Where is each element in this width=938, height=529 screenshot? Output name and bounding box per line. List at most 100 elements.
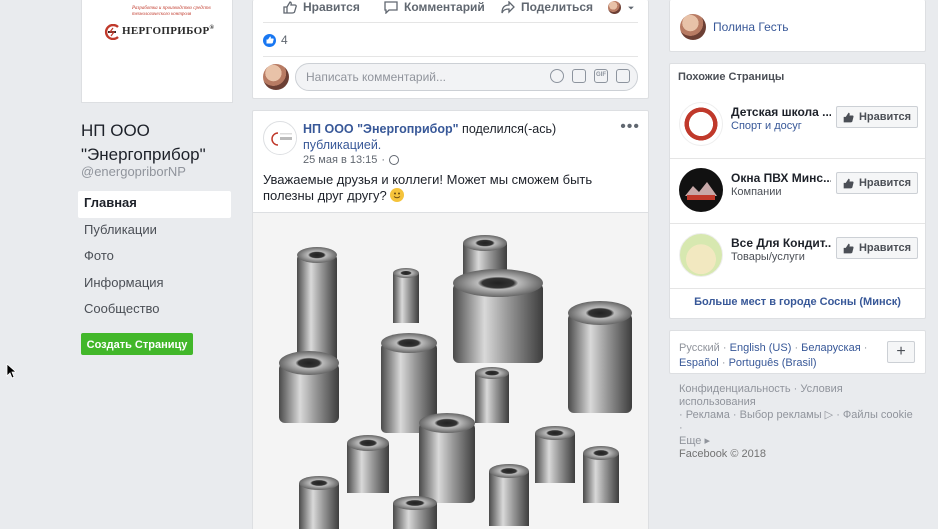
post-text: Уважаемые друзья и коллеги! Может мы смо…: [263, 172, 643, 204]
thumbs-up-icon: [843, 243, 854, 253]
like-count: 4: [281, 33, 288, 47]
separator: ·: [722, 342, 727, 354]
metal-fittings-photo: [253, 213, 648, 529]
post-photo[interactable]: [253, 212, 648, 529]
footer-line-privacy[interactable]: Конфиденциальность · Условия использован…: [679, 383, 919, 409]
energy-logo-icon: [265, 123, 296, 154]
sticker-icon[interactable]: [616, 69, 630, 83]
similar-page-category: Компании: [731, 186, 782, 198]
divider: [263, 22, 638, 23]
lang-portuguese[interactable]: Português (Brasil): [729, 357, 817, 369]
post-options-button[interactable]: •••: [620, 119, 640, 135]
lang-english[interactable]: English (US): [730, 342, 792, 354]
friend-item[interactable]: Полина Гесть: [680, 14, 789, 40]
logo-wordmark: НЕРГОПРИБОР®: [122, 25, 215, 37]
left-column: Разработка и производство средств технол…: [0, 0, 242, 529]
more-places-link[interactable]: Больше мест в городе Сосны (Минск): [670, 296, 925, 308]
comment-composer: Написать комментарий... GIF: [263, 63, 638, 93]
like-action-label: Нравится: [303, 0, 360, 14]
chevron-down-icon: [628, 6, 634, 9]
similar-page-avatar[interactable]: [679, 102, 723, 146]
shared-post-link[interactable]: публикацией.: [303, 138, 381, 152]
footer-links: Конфиденциальность · Условия использован…: [679, 383, 919, 461]
post-card: НП ООО "Энергоприбор" поделился(-ась) пу…: [252, 110, 649, 529]
comment-action-label: Комментарий: [404, 0, 485, 14]
similar-page-category: Товары/услуги: [731, 251, 805, 263]
comment-tools: GIF: [550, 69, 630, 83]
similar-page-avatar[interactable]: [679, 233, 723, 277]
nav-item-community[interactable]: Сообщество: [78, 297, 231, 324]
divider: [670, 223, 925, 224]
like-page-label: Нравится: [858, 177, 912, 189]
share-action-label: Поделиться: [521, 0, 594, 14]
like-summary[interactable]: 4: [263, 33, 288, 47]
nav-item-photos[interactable]: Фото: [78, 244, 231, 271]
separator: ·: [794, 342, 799, 354]
thumbs-up-icon: [843, 112, 854, 122]
similar-pages-title: Похожие Страницы: [678, 71, 785, 83]
lang-current: Русский: [679, 342, 720, 354]
share-icon: [501, 0, 515, 14]
page-handle[interactable]: @energopriborNP: [81, 164, 186, 179]
friend-name: Полина Гесть: [713, 20, 789, 34]
comment-icon: [384, 0, 398, 14]
similar-page-avatar[interactable]: [679, 168, 723, 212]
divider: [263, 56, 638, 57]
post-author-avatar[interactable]: [263, 121, 297, 155]
logo-tagline: Разработка и производство средств технол…: [132, 6, 211, 17]
acting-as-avatar: [608, 0, 621, 14]
nav-item-about[interactable]: Информация: [78, 271, 231, 298]
smile-emoji-icon: [390, 188, 405, 202]
energy-logo-icon: [104, 24, 119, 40]
language-card: Русский · English (US) · Беларуская · Es…: [669, 330, 926, 374]
similar-page-name[interactable]: Все Для Кондит...: [731, 236, 831, 250]
divider: [670, 288, 925, 289]
like-page-button[interactable]: Нравится: [836, 106, 918, 128]
add-language-button[interactable]: +: [887, 341, 915, 363]
lang-belarusian[interactable]: Беларуская: [801, 342, 861, 354]
like-action[interactable]: Нравится: [283, 0, 360, 14]
gif-icon[interactable]: GIF: [594, 69, 608, 83]
page-profile-picture[interactable]: Разработка и производство средств технол…: [81, 0, 233, 103]
footer-more-link[interactable]: Еще ▸: [679, 435, 919, 448]
reaction-selector[interactable]: [608, 0, 635, 14]
user-avatar[interactable]: [263, 64, 289, 90]
like-page-label: Нравится: [858, 242, 912, 254]
post-header: НП ООО "Энергоприбор" поделился(-ась) пу…: [303, 121, 593, 153]
emoji-icon[interactable]: [550, 69, 564, 83]
create-page-button[interactable]: Создать Страницу: [81, 333, 193, 355]
shared-text: поделился(-ась): [462, 122, 557, 136]
previous-post-card: Нравится Комментарий Поделиться 4 Написа…: [252, 0, 649, 99]
lang-spanish[interactable]: Español: [679, 357, 719, 369]
similar-page-name[interactable]: Детская школа ...: [731, 105, 831, 119]
similar-page-item: Детская школа ... Спорт и досуг Нравится: [670, 102, 925, 166]
thumbs-up-icon: [283, 0, 297, 14]
camera-icon[interactable]: [572, 69, 586, 83]
friends-card: Полина Гесть: [669, 0, 926, 52]
separator: ·: [381, 154, 386, 166]
like-page-label: Нравится: [858, 111, 912, 123]
globe-icon[interactable]: [389, 155, 400, 165]
post-author-link[interactable]: НП ООО "Энергоприбор": [303, 122, 459, 136]
similar-page-name[interactable]: Окна ПВХ Минс...: [731, 171, 831, 185]
comment-action[interactable]: Комментарий: [384, 0, 485, 14]
mouse-cursor-icon: [6, 363, 16, 379]
page-title[interactable]: НП ООО "Энергоприбор": [81, 119, 241, 167]
similar-pages-card: Похожие Страницы Детская школа ... Спорт…: [669, 63, 926, 319]
separator: ·: [721, 357, 726, 369]
nav-item-home[interactable]: Главная: [78, 191, 231, 218]
share-action[interactable]: Поделиться: [501, 0, 593, 14]
footer-line-ads[interactable]: · Реклама · Выбор рекламы ▷ · Файлы cook…: [679, 409, 919, 435]
separator: ·: [863, 342, 868, 354]
copyright: Facebook © 2018: [679, 448, 766, 460]
post-time-link[interactable]: 25 мая в 13:15: [303, 154, 377, 166]
post-actions-bar: Нравится Комментарий Поделиться: [253, 0, 648, 18]
similar-page-category[interactable]: Спорт и досуг: [731, 120, 802, 132]
like-page-button[interactable]: Нравится: [836, 237, 918, 259]
nav-item-posts[interactable]: Публикации: [78, 218, 231, 245]
thumbs-up-icon: [843, 178, 854, 188]
divider: [670, 158, 925, 159]
language-list: Русский · English (US) · Беларуская · Es…: [679, 341, 874, 371]
like-page-button[interactable]: Нравится: [836, 172, 918, 194]
like-reaction-icon: [263, 33, 276, 47]
